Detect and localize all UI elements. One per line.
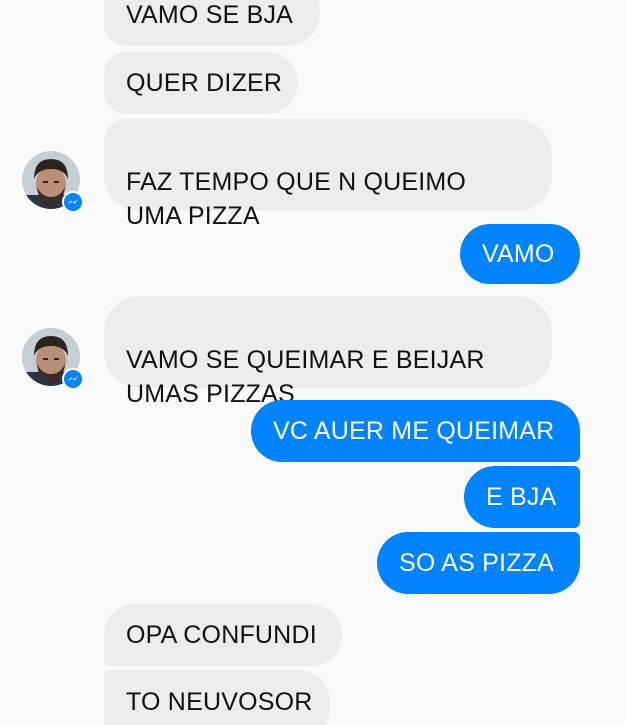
outgoing-message-bubble[interactable]: VC AUER ME QUEIMAR [251,400,580,462]
message-text: VAMO [482,240,555,268]
contact-avatar[interactable] [22,328,84,390]
outgoing-message-bubble[interactable]: E BJA [464,466,580,528]
chat-thread: VAMO SE BJA QUER DIZER FAZ TEMPO QUE N Q… [0,0,625,725]
message-text: OPA CONFUNDI [126,621,317,649]
incoming-message-bubble[interactable]: OPA CONFUNDI [104,604,342,666]
incoming-message-bubble[interactable]: VAMO SE BJA [104,0,320,46]
incoming-message-bubble[interactable]: VAMO SE QUEIMAR E BEIJAR UMAS PIZZAS [104,296,552,408]
message-text: TO NEUVOSOR [126,688,313,716]
contact-avatar[interactable] [22,151,84,213]
message-text: VAMO SE BJA [126,1,294,29]
message-text: FAZ TEMPO QUE N QUEIMO UMA PIZZA [126,168,467,230]
outgoing-message-bubble[interactable]: SO AS PIZZA [377,532,580,594]
incoming-message-bubble[interactable]: FAZ TEMPO QUE N QUEIMO UMA PIZZA [104,119,552,230]
message-text: VC AUER ME QUEIMAR [273,417,555,445]
message-text: VAMO SE QUEIMAR E BEIJAR UMAS PIZZAS [126,346,485,408]
incoming-message-bubble[interactable]: QUER DIZER [104,52,298,114]
message-text: E BJA [486,483,557,511]
messenger-badge-icon [62,368,84,390]
message-text: SO AS PIZZA [399,549,555,577]
outgoing-message-bubble[interactable]: VAMO [460,224,580,284]
message-text: QUER DIZER [126,69,283,97]
incoming-message-bubble[interactable]: TO NEUVOSOR [104,670,330,725]
messenger-badge-icon [62,191,84,213]
